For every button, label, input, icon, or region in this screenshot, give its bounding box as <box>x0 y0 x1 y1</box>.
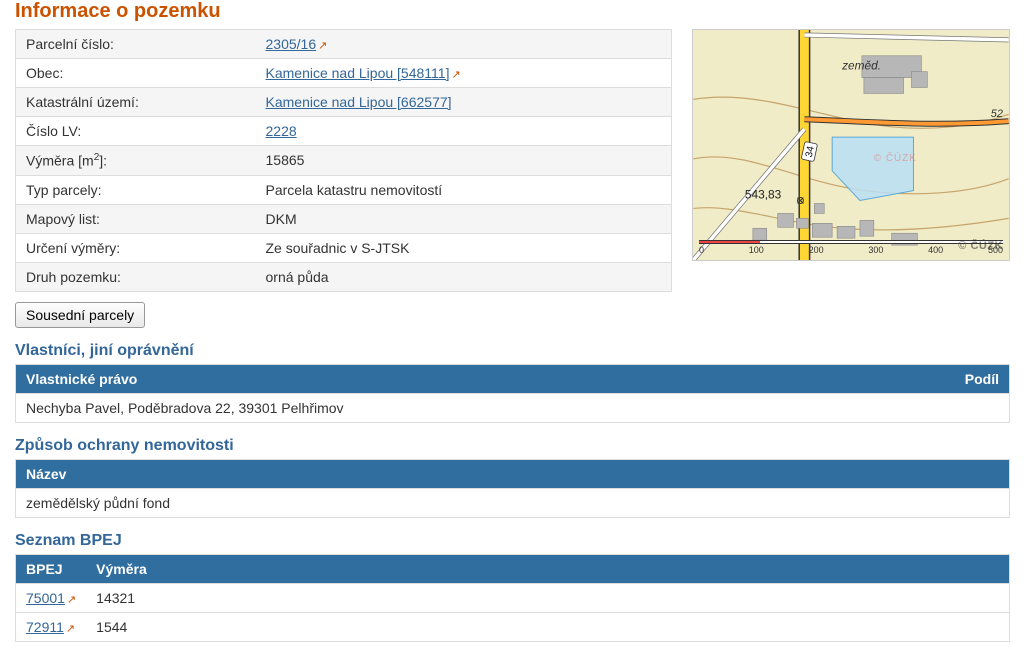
map-parcel-watermark: © ČÚZK <box>874 153 917 164</box>
summary-row: Druh pozemku:orná půda <box>16 262 672 291</box>
summary-row: Parcelní číslo:2305/16↗ <box>16 30 672 59</box>
summary-value[interactable]: 2228 <box>256 117 672 146</box>
map-svg: 34 zeměd. 543,83 52 © ČÚZK <box>693 30 1009 260</box>
summary-label: Mapový list: <box>16 204 256 233</box>
external-link-icon: ↗ <box>66 623 75 635</box>
summary-row: Mapový list:DKM <box>16 204 672 233</box>
summary-label: Číslo LV: <box>16 117 256 146</box>
summary-table: Parcelní číslo:2305/16↗Obec:Kamenice nad… <box>15 29 672 292</box>
protection-header-name: Název <box>16 459 1010 488</box>
summary-link[interactable]: 2228 <box>266 123 297 139</box>
protection-table: Název zemědělský půdní fond <box>15 459 1010 518</box>
scalebar-tick: 400 <box>928 245 943 255</box>
scalebar-tick: 200 <box>809 245 824 255</box>
summary-label: Katastrální území: <box>16 88 256 117</box>
bpej-area: 1544 <box>86 612 1009 641</box>
bpej-link[interactable]: 72911 <box>26 619 64 635</box>
table-row: 75001↗14321 <box>16 583 1010 612</box>
bpej-code-cell[interactable]: 72911↗ <box>16 612 87 641</box>
external-link-icon: ↗ <box>451 69 460 81</box>
summary-label: Výměra [m2]: <box>16 146 256 176</box>
summary-value[interactable]: Kamenice nad Lipou [662577] <box>256 88 672 117</box>
table-row: 72911↗1544 <box>16 612 1010 641</box>
page-title: Informace o pozemku <box>15 0 1010 23</box>
owners-title: Vlastníci, jiní oprávnění <box>15 342 1010 360</box>
neighbors-button[interactable]: Sousední parcely <box>15 302 145 328</box>
summary-row: Katastrální území: Kamenice nad Lipou [66… <box>16 88 672 117</box>
bpej-header-area: Výměra <box>86 554 1009 583</box>
table-row: zemědělský půdní fond <box>16 488 1010 517</box>
map-watermark: © ČÚZK <box>958 240 1003 252</box>
owner-name: Nechyba Pavel, Poděbradova 22, 39301 Pel… <box>16 393 930 422</box>
scalebar-tick: 300 <box>868 245 883 255</box>
bpej-code-cell[interactable]: 75001↗ <box>16 583 87 612</box>
map-label-spot: 543,83 <box>745 188 782 202</box>
bpej-table: BPEJ Výměra 75001↗1432172911↗1544 <box>15 554 1010 642</box>
protection-name: zemědělský půdní fond <box>16 488 1010 517</box>
map-label-edge: 52 <box>991 108 1003 120</box>
summary-label: Určení výměry: <box>16 233 256 262</box>
summary-value[interactable]: 2305/16↗ <box>256 30 672 59</box>
bpej-title: Seznam BPEJ <box>15 532 1010 550</box>
summary-link[interactable]: 2305/16 <box>266 36 317 52</box>
summary-link[interactable]: Kamenice nad Lipou [548111] <box>266 65 450 81</box>
owners-header-right: Vlastnické právo <box>16 364 930 393</box>
summary-label: Parcelní číslo: <box>16 30 256 59</box>
summary-value: Parcela katastru nemovitostí <box>256 175 672 204</box>
summary-value: Ze souřadnic v S-JTSK <box>256 233 672 262</box>
bpej-area: 14321 <box>86 583 1009 612</box>
summary-value: DKM <box>256 204 672 233</box>
summary-row: Obec:Kamenice nad Lipou [548111]↗ <box>16 59 672 88</box>
summary-row: Určení výměry:Ze souřadnic v S-JTSK <box>16 233 672 262</box>
bpej-link[interactable]: 75001 <box>26 590 65 606</box>
scalebar-tick: 100 <box>749 245 764 255</box>
summary-row: Číslo LV: 2228 <box>16 117 672 146</box>
owners-table: Vlastnické právo Podíl Nechyba Pavel, Po… <box>15 364 1010 423</box>
owners-header-share: Podíl <box>930 364 1010 393</box>
summary-value[interactable]: Kamenice nad Lipou [548111]↗ <box>256 59 672 88</box>
table-row: Nechyba Pavel, Poděbradova 22, 39301 Pel… <box>16 393 1010 422</box>
summary-link[interactable]: Kamenice nad Lipou [662577] <box>266 94 452 110</box>
owner-share <box>930 393 1010 422</box>
summary-label: Typ parcely: <box>16 175 256 204</box>
bpej-header-code: BPEJ <box>16 554 87 583</box>
summary-label: Druh pozemku: <box>16 262 256 291</box>
map-label-zemed: zeměd. <box>841 59 881 73</box>
map-preview[interactable]: 34 zeměd. 543,83 52 © ČÚZK 0 100 200 300 400… <box>692 29 1010 261</box>
scalebar-tick: 0 <box>699 245 704 255</box>
external-link-icon: ↗ <box>67 594 76 606</box>
summary-row: Výměra [m2]:15865 <box>16 146 672 176</box>
protection-title: Způsob ochrany nemovitosti <box>15 437 1010 455</box>
summary-label: Obec: <box>16 59 256 88</box>
external-link-icon: ↗ <box>318 40 327 52</box>
summary-row: Typ parcely:Parcela katastru nemovitostí <box>16 175 672 204</box>
summary-value: orná půda <box>256 262 672 291</box>
summary-value: 15865 <box>256 146 672 176</box>
